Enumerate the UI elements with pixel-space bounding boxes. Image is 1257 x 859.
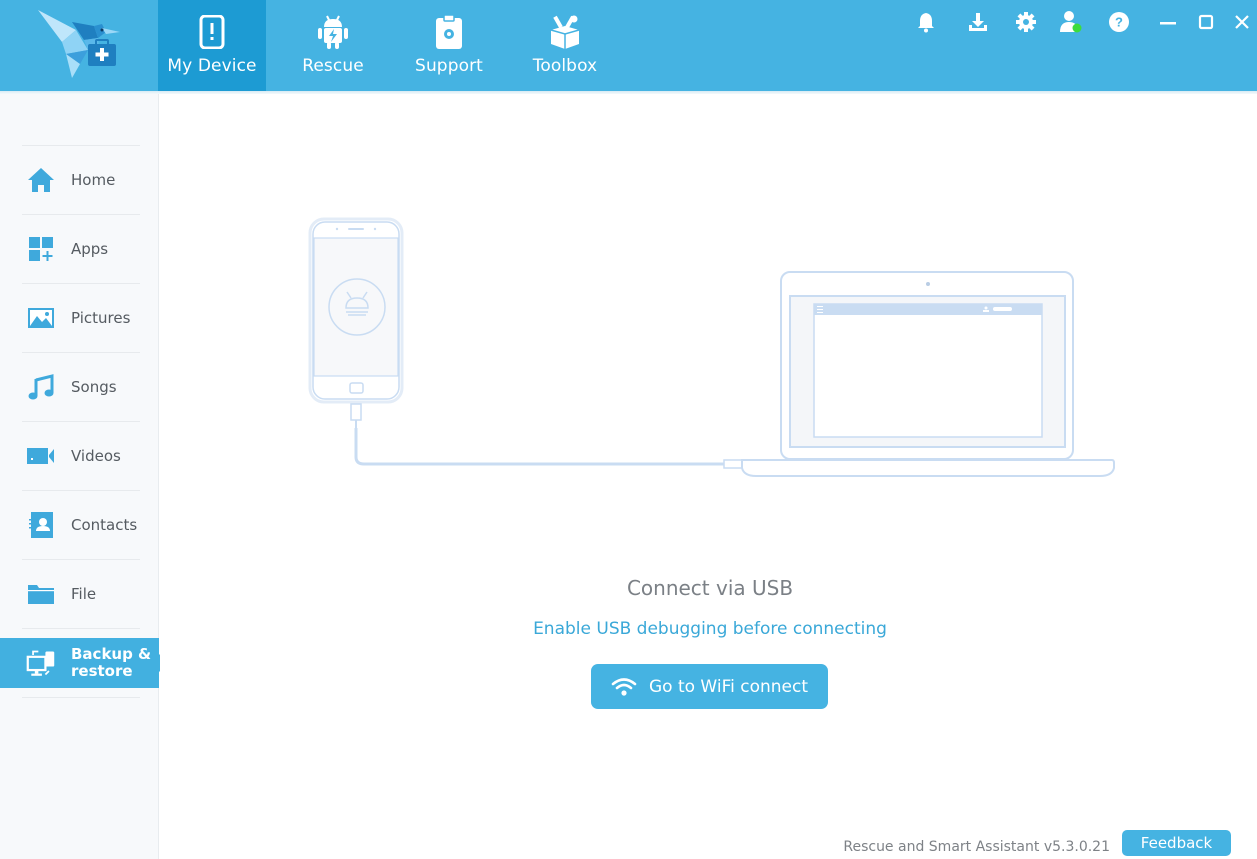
usb-cable	[354, 428, 724, 466]
android-bolt-icon	[316, 14, 350, 50]
account-button[interactable]	[1058, 8, 1084, 36]
tab-toolbox[interactable]: Toolbox	[511, 0, 619, 91]
sidebar-item-label: Apps	[71, 240, 109, 258]
minimize-icon	[1160, 22, 1176, 25]
help-button[interactable]: ?	[1106, 8, 1132, 36]
gear-icon	[1016, 12, 1036, 32]
backup-restore-icon	[26, 648, 56, 678]
close-icon	[1235, 15, 1249, 29]
folder-icon	[26, 579, 56, 609]
apps-icon	[26, 234, 56, 264]
tab-my-device[interactable]: My Device	[158, 0, 266, 91]
tab-label: Support	[415, 56, 483, 76]
tab-support[interactable]: Support	[395, 0, 503, 91]
clipboard-gear-icon	[432, 14, 466, 50]
usb-plug	[723, 459, 743, 469]
sidebar-item-label: Songs	[71, 378, 117, 396]
label-line-2: restore	[71, 662, 133, 680]
downloads-button[interactable]	[965, 8, 991, 36]
usb-connection-illustration	[308, 217, 1115, 477]
divider	[22, 628, 140, 629]
download-icon	[969, 13, 987, 31]
home-icon	[26, 165, 56, 195]
contact-card-icon	[26, 510, 56, 540]
tab-label: Rescue	[302, 56, 364, 76]
sidebar-item-label: Videos	[71, 447, 121, 465]
tab-label: My Device	[167, 56, 257, 76]
svg-text:?: ?	[1115, 15, 1123, 30]
sidebar-item-file[interactable]: File	[0, 560, 159, 628]
sidebar-item-label: File	[71, 585, 97, 603]
tab-rescue[interactable]: Rescue	[279, 0, 387, 91]
close-button[interactable]	[1229, 8, 1255, 36]
usb-debugging-link[interactable]: Enable USB debugging before connecting	[160, 619, 1257, 639]
sidebar-item-contacts[interactable]: Contacts	[0, 491, 159, 559]
sidebar-item-label: Home	[71, 171, 116, 189]
tab-label: Toolbox	[532, 56, 598, 76]
top-bar: My Device Rescue Support Toolbox ?	[0, 0, 1257, 91]
music-note-icon	[26, 372, 56, 402]
divider	[22, 697, 140, 698]
label-line-1: Backup &	[71, 645, 152, 663]
user-online-icon	[1060, 11, 1082, 33]
video-camera-icon	[26, 441, 56, 471]
settings-button[interactable]	[1013, 8, 1039, 36]
toolbox-icon	[548, 14, 582, 50]
sidebar-item-apps[interactable]: Apps	[0, 215, 159, 283]
app-logo	[36, 4, 120, 84]
picture-icon	[26, 303, 56, 333]
sidebar-item-home[interactable]: Home	[0, 146, 159, 214]
app-window: My Device Rescue Support Toolbox ? Home …	[0, 0, 1257, 859]
sidebar-item-videos[interactable]: Videos	[0, 422, 159, 490]
main-content: Connect via USB Enable USB debugging bef…	[160, 94, 1257, 859]
connect-headline: Connect via USB	[626, 576, 794, 600]
notifications-button[interactable]	[913, 8, 939, 36]
maximize-icon	[1198, 14, 1214, 30]
minimize-button[interactable]	[1155, 8, 1181, 36]
feedback-button[interactable]: Feedback	[1122, 830, 1231, 856]
sidebar-item-songs[interactable]: Songs	[0, 353, 159, 421]
help-icon: ?	[1109, 12, 1129, 32]
sidebar-item-label: Backup & restore	[71, 646, 151, 680]
wifi-connect-button[interactable]: Go to WiFi connect	[591, 664, 828, 709]
sidebar: Home Apps Pictures Songs Videos Contacts…	[0, 94, 168, 859]
sidebar-item-backup-restore[interactable]: Backup & restore	[0, 638, 168, 688]
sidebar-item-label: Pictures	[71, 309, 131, 327]
sidebar-item-pictures[interactable]: Pictures	[0, 284, 159, 352]
phone-illustration	[308, 217, 404, 429]
sidebar-list: Home Apps Pictures Songs Videos Contacts…	[0, 145, 168, 698]
maximize-button[interactable]	[1193, 8, 1219, 36]
wifi-connect-label: Go to WiFi connect	[648, 676, 809, 697]
hummingbird-logo-icon	[38, 10, 120, 78]
wifi-icon	[611, 677, 637, 696]
sidebar-item-label: Contacts	[71, 516, 138, 534]
phone-alert-icon	[195, 14, 229, 50]
bell-icon	[918, 13, 934, 33]
laptop-illustration	[741, 271, 1115, 477]
version-text: Rescue and Smart Assistant v5.3.0.21	[843, 839, 1110, 855]
